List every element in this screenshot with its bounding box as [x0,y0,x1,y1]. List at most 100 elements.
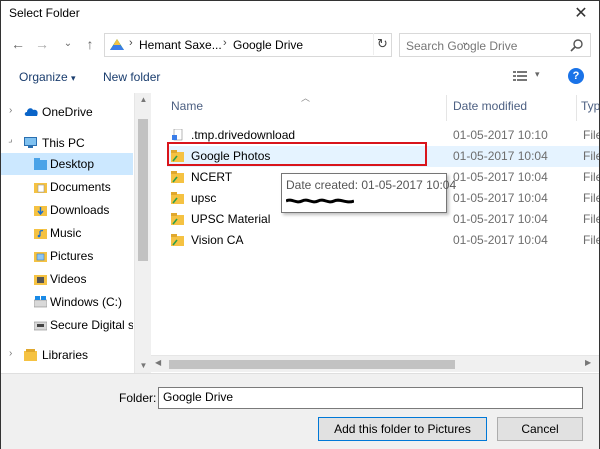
file-date: 01-05-2017 10:04 [453,149,548,163]
back-button[interactable]: ← [11,35,25,53]
tooltip-date-created: Date created: 01-05-2017 10:04 [286,178,457,192]
sidebar-item-label: OneDrive [42,105,93,119]
music-icon [34,229,47,239]
file-type: File [583,233,599,247]
chevron-down-icon[interactable]: › [6,136,16,146]
file-list-horizontal-scrollbar[interactable]: ◀ ▶ [151,355,599,372]
redaction-scribble [286,198,354,204]
folder-icon [171,171,184,183]
sidebar-item-windows-c[interactable]: Windows (C:) [1,291,133,313]
navigation-bar: ← → ⌄ ↑ › Hemant Saxe... › Google Drive … [1,27,599,63]
organize-menu[interactable]: Organize ▾ [19,70,76,84]
new-folder-button[interactable]: New folder [103,70,160,84]
column-divider[interactable] [576,95,577,121]
chevron-right-icon[interactable]: › [9,348,12,359]
sd-card-icon [34,321,47,331]
navigation-pane-scrollbar[interactable]: ▲ ▼ [134,93,151,373]
file-icon [172,129,183,141]
details-view-icon [513,71,527,81]
breadcrumb-separator: › [129,37,133,49]
sidebar-item-onedrive[interactable]: › OneDrive [1,101,133,123]
column-divider[interactable] [446,95,447,121]
file-date: 01-05-2017 10:04 [453,212,548,226]
folder-name-input[interactable]: Google Drive [158,387,583,409]
breadcrumb-google-drive[interactable]: Google Drive [233,38,303,52]
file-name: Vision CA [191,233,244,247]
folder-icon [34,158,47,170]
column-header-type[interactable]: Typ [581,99,599,113]
sidebar-item-secure-digital[interactable]: Secure Digital sto [1,314,133,336]
scroll-left-button[interactable]: ◀ [155,358,161,367]
column-header-name[interactable]: Name [171,99,203,113]
file-name: UPSC Material [191,212,271,226]
help-button[interactable]: ? [568,68,584,84]
organize-caret-icon: ▾ [71,73,76,83]
sidebar-item-pictures[interactable]: Pictures [1,245,133,267]
sidebar-item-label: This PC [42,136,85,150]
file-info-tooltip: Date created: 01-05-2017 10:04 [281,173,456,213]
cancel-button[interactable]: Cancel [497,417,583,441]
sidebar-item-label: Windows (C:) [50,295,123,309]
scrollbar-thumb[interactable] [169,360,455,369]
file-date: 01-05-2017 10:04 [453,170,548,184]
navigation-pane: › OneDrive › This PC Desktop Documents D… [1,93,149,373]
documents-icon [34,183,47,193]
sidebar-item-music[interactable]: Music [1,222,133,244]
sidebar-item-libraries[interactable]: › Libraries [1,344,133,366]
scroll-up-button[interactable]: ▲ [135,95,152,104]
downloads-icon [34,206,47,216]
file-name: .tmp.drivedownload [191,128,296,142]
refresh-button[interactable]: ↻ [373,33,391,55]
breadcrumb-hemant[interactable]: Hemant Saxe... [139,38,222,52]
file-name: upsc [191,191,217,205]
sidebar-item-videos[interactable]: Videos [1,268,133,290]
breadcrumb-separator: › [223,37,227,49]
search-box[interactable]: Search Google Drive [399,33,591,57]
close-button[interactable]: ✕ [571,4,591,24]
sort-ascending-icon: ︿ [301,93,311,103]
sidebar-item-label: Desktop [50,157,95,171]
videos-icon [34,275,47,285]
scroll-down-button[interactable]: ▼ [135,361,152,370]
file-date: 01-05-2017 10:04 [453,233,548,247]
folder-label: Folder: [119,391,157,405]
sidebar-item-downloads[interactable]: Downloads [1,199,133,221]
sidebar-item-label: Pictures [50,249,94,263]
sidebar-item-label: Videos [50,272,87,286]
file-date: 01-05-2017 10:10 [453,128,548,142]
add-folder-to-pictures-button[interactable]: Add this folder to Pictures [318,417,487,441]
address-bar[interactable]: › Hemant Saxe... › Google Drive ⌄ [104,33,469,57]
sidebar-item-documents[interactable]: Documents [1,176,133,198]
up-button[interactable]: ↑ [83,35,97,53]
sidebar-item-label: Downloads [50,203,110,217]
recent-locations-button[interactable]: ⌄ [63,35,73,53]
view-options-button[interactable]: ▾ [513,67,543,87]
command-bar: Organize ▾ New folder ▾ ? [1,63,599,91]
file-row-vision-ca[interactable]: Vision CA 01-05-2017 10:04 File [167,230,599,251]
file-date: 01-05-2017 10:04 [453,191,548,205]
title-bar: Select Folder ✕ [1,1,599,27]
annotation-highlight-box [167,142,427,166]
view-caret-icon: ▾ [535,69,540,79]
google-drive-icon [110,39,124,50]
libraries-icon [24,349,37,361]
file-type: File [583,191,599,205]
file-type: File [583,170,599,184]
organize-label: Organize [19,70,68,84]
dialog-footer: Folder: Google Drive Add this folder to … [1,373,599,449]
search-input[interactable]: Search Google Drive [406,39,517,53]
forward-button[interactable]: → [35,35,49,53]
file-name: NCERT [191,170,233,184]
column-header-date-modified[interactable]: Date modified [453,99,527,113]
file-type: File [583,149,599,163]
sidebar-item-label: Music [50,226,82,240]
scroll-right-button[interactable]: ▶ [585,358,591,367]
search-icon [570,39,583,52]
pictures-icon [34,252,47,262]
scrollbar-thumb[interactable] [138,119,148,261]
sidebar-item-label: Libraries [42,348,89,362]
cloud-icon [24,108,38,116]
chevron-right-icon[interactable]: › [9,105,12,116]
sidebar-item-desktop[interactable]: Desktop [1,153,133,175]
sidebar-item-this-pc[interactable]: › This PC [1,132,133,154]
